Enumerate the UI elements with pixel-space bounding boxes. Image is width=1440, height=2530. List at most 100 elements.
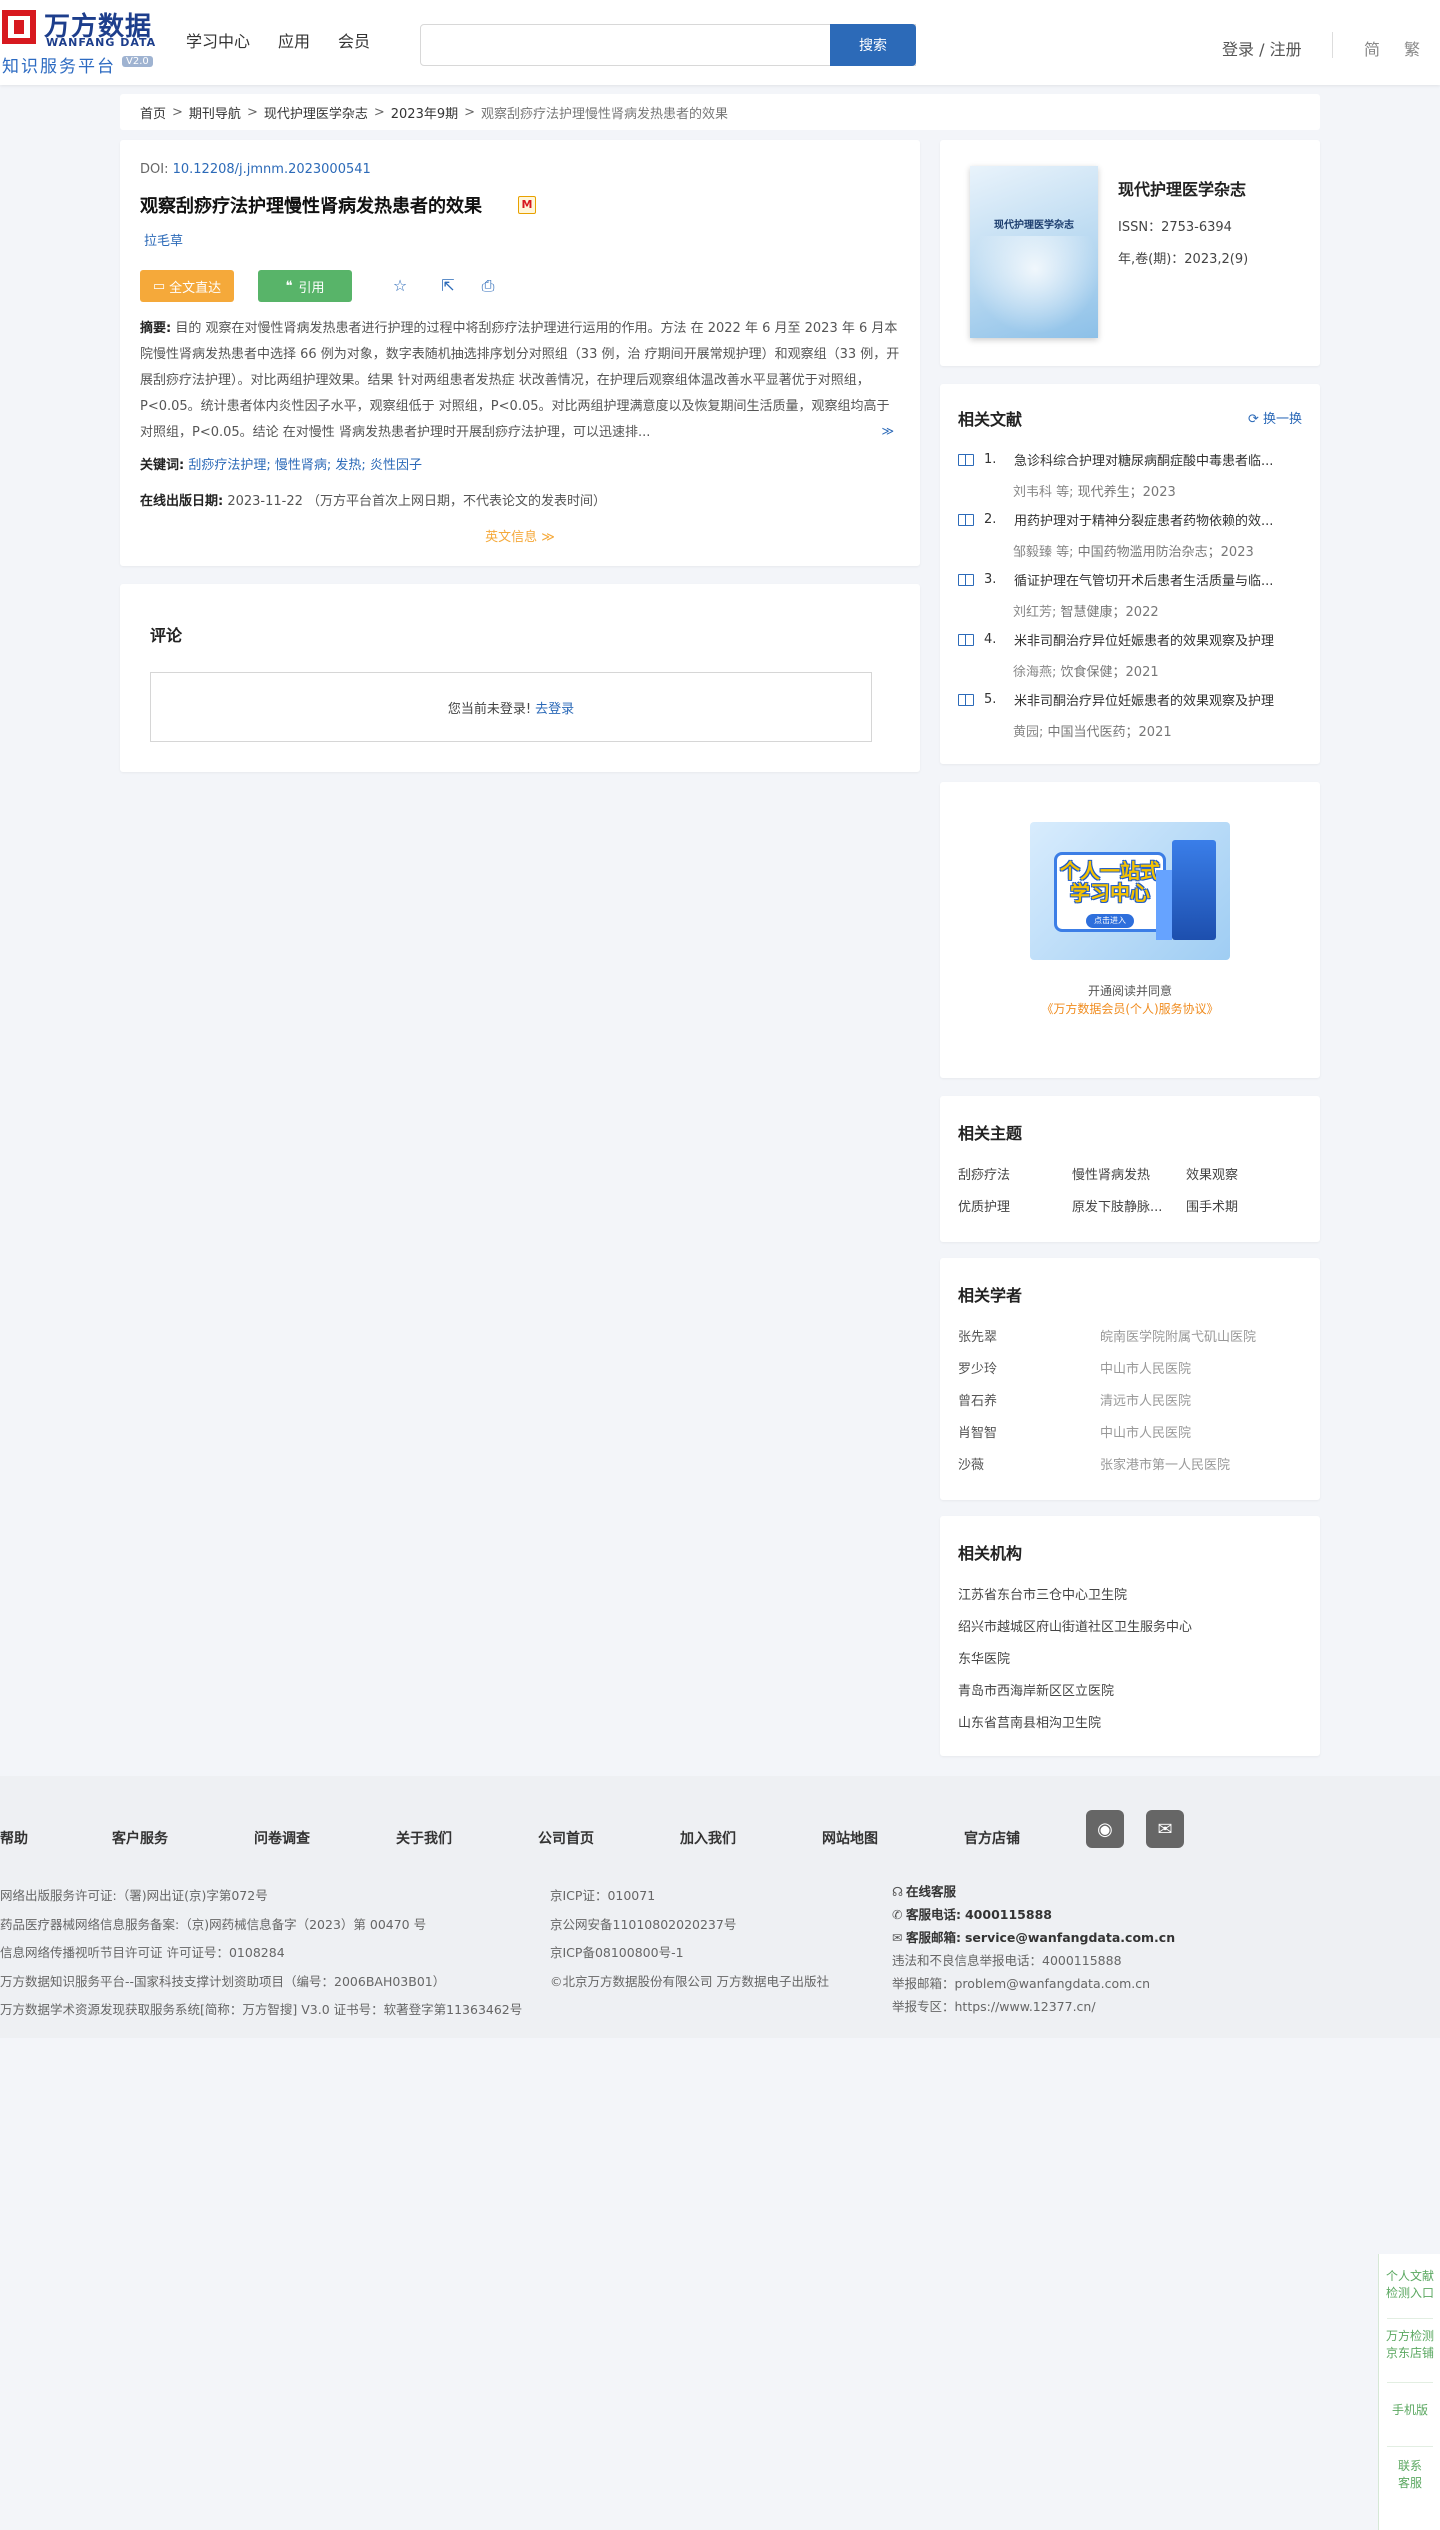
scholar-name[interactable]: 沙薇 — [958, 1454, 984, 1473]
topic-link[interactable]: 围手术期 — [1186, 1196, 1238, 1215]
topic-link[interactable]: 优质护理 — [958, 1196, 1010, 1215]
cite-button[interactable]: ❝ 引用 — [258, 270, 352, 302]
abstract-expand-icon[interactable]: ≫ — [879, 418, 894, 444]
breadcrumb-separator: > — [373, 104, 385, 120]
lang-simplified[interactable]: 简 — [1364, 36, 1380, 60]
english-info-toggle[interactable]: 英文信息 ≫ — [120, 526, 920, 545]
scholar-name[interactable]: 肖智智 — [958, 1422, 997, 1441]
topic-link[interactable]: 慢性肾病发热 — [1072, 1164, 1150, 1183]
footer-link-survey[interactable]: 问卷调查 — [254, 1828, 310, 1848]
abstract: 摘要: 目的 观察在对慢性肾病发热患者进行护理的过程中将刮痧疗法护理进行运用的作… — [140, 316, 900, 446]
footer-link-company[interactable]: 公司首页 — [538, 1828, 594, 1848]
related-doc-link[interactable]: 急诊科综合护理对糖尿病酮症酸中毒患者临... — [1014, 450, 1273, 469]
topic-link[interactable]: 刮痧疗法 — [958, 1164, 1010, 1183]
journal-name[interactable]: 现代护理医学杂志 — [1118, 176, 1246, 200]
print-icon[interactable]: ⎙ — [478, 276, 498, 296]
footer-link-service[interactable]: 客户服务 — [112, 1828, 168, 1848]
divider — [1387, 2382, 1433, 2383]
footer-text: 举报邮箱：problem@wanfangdata.com.cn — [892, 1976, 1151, 1991]
institution-link[interactable]: 江苏省东台市三仓中心卫生院 — [958, 1584, 1127, 1603]
breadcrumb-issue[interactable]: 2023年9期 — [391, 103, 458, 122]
related-docs-card: 相关文献 ⟳ 换一换 1. 急诊科综合护理对糖尿病酮症酸中毒患者临... 刘韦科 … — [940, 384, 1320, 764]
doi-link[interactable]: 10.12208/j.jmnm.2023000541 — [173, 162, 371, 177]
item-number: 4. — [984, 632, 997, 647]
topics-title: 相关主题 — [958, 1124, 1023, 1143]
related-doc-meta: 刘红芳; 智慧健康；2022 — [958, 601, 1304, 620]
swap-button[interactable]: ⟳ 换一换 — [1248, 408, 1302, 427]
wanfang-logo[interactable]: 万方数据 WANFANG DATA 知识服务平台 V2.0 — [0, 6, 160, 77]
breadcrumb-journal-nav[interactable]: 期刊导航 — [189, 103, 241, 122]
related-doc-link[interactable]: 循证护理在气管切开术后患者生活质量与临... — [1014, 570, 1273, 589]
keyword-link[interactable]: 慢性肾病; — [275, 458, 331, 473]
scholar-org[interactable]: 张家港市第一人民医院 — [1100, 1454, 1230, 1473]
topic-link[interactable]: 原发下肢静脉... — [1072, 1196, 1162, 1215]
nav-learning-center[interactable]: 学习中心 — [186, 28, 250, 52]
author-link[interactable]: 拉毛草 — [144, 230, 183, 249]
star-icon[interactable]: ☆ — [390, 276, 410, 296]
share-icon[interactable]: ⇱ — [438, 276, 458, 296]
topic-link[interactable]: 效果观察 — [1186, 1164, 1238, 1183]
go-login-link[interactable]: 去登录 — [535, 698, 574, 717]
breadcrumb-home[interactable]: 首页 — [140, 103, 166, 122]
list-item: 2. 用药护理对于精神分裂症患者药物依赖的效... 邹毅臻 等; 中国药物滥用防治… — [958, 510, 1304, 560]
book-icon — [958, 513, 974, 526]
keyword-link[interactable]: 刮痧疗法护理; — [188, 458, 270, 473]
footer-text[interactable]: 京ICP备08100800号-1 — [550, 1939, 829, 1968]
divider — [1387, 2318, 1433, 2319]
email-label: 客服邮箱: — [906, 1930, 961, 1945]
institution-link[interactable]: 东华医院 — [958, 1648, 1010, 1667]
float-jd-store[interactable]: 万方检测京东店铺 — [1379, 2328, 1440, 2362]
online-service[interactable]: ☊ 在线客服 — [892, 1880, 1175, 1903]
float-mobile[interactable]: 手机版 — [1379, 2402, 1440, 2419]
scholar-org[interactable]: 中山市人民医院 — [1100, 1358, 1191, 1377]
weibo-icon[interactable]: ◉ — [1086, 1810, 1124, 1848]
footer-link-about[interactable]: 关于我们 — [396, 1828, 452, 1848]
platform-name: 知识服务平台 — [2, 57, 116, 77]
related-docs-title: 相关文献 — [958, 410, 1023, 429]
article-card: DOI: 10.12208/j.jmnm.2023000541 观察刮痧疗法护理… — [120, 140, 920, 566]
banner-enter-button[interactable]: 点击进入 — [1086, 914, 1134, 928]
footer-link-help[interactable]: 帮助 — [0, 1828, 28, 1848]
footer-text[interactable]: 举报专区：https://www.12377.cn/ — [892, 1995, 1175, 2018]
full-text-label: 全文直达 — [169, 280, 222, 296]
keyword-link[interactable]: 炎性因子 — [370, 458, 422, 473]
footer-link-store[interactable]: 官方店铺 — [964, 1828, 1020, 1848]
search-button[interactable]: 搜索 — [830, 24, 916, 66]
related-doc-link[interactable]: 米非司酮治疗异位妊娠患者的效果观察及护理 — [1014, 690, 1274, 709]
institution-link[interactable]: 绍兴市越城区府山街道社区卫生服务中心 — [958, 1616, 1192, 1635]
learning-center-banner[interactable]: 个人一站式学习中心 点击进入 — [1030, 822, 1230, 960]
keyword-link[interactable]: 发热; — [335, 458, 365, 473]
float-contact[interactable]: 联系客服 — [1379, 2458, 1440, 2492]
book-icon — [958, 633, 974, 646]
scholar-name[interactable]: 罗少玲 — [958, 1358, 997, 1377]
breadcrumb-journal[interactable]: 现代护理医学杂志 — [264, 103, 368, 122]
institution-link[interactable]: 青岛市西海岸新区区立医院 — [958, 1680, 1114, 1699]
email-value[interactable]: service@wanfangdata.com.cn — [965, 1930, 1175, 1945]
full-text-button[interactable]: ▭ 全文直达 — [140, 270, 234, 302]
scholar-name[interactable]: 曾石养 — [958, 1390, 997, 1409]
login-register-link[interactable]: 登录 / 注册 — [1222, 36, 1302, 60]
institutions-title: 相关机构 — [958, 1544, 1023, 1563]
scholar-name[interactable]: 张先翠 — [958, 1326, 997, 1345]
breadcrumb: 首页 > 期刊导航 > 现代护理医学杂志 > 2023年9期 > 观察刮痧疗法护… — [120, 94, 1320, 130]
institution-link[interactable]: 山东省莒南县相沟卫生院 — [958, 1712, 1101, 1731]
journal-cover[interactable]: 现代护理医学杂志 — [970, 166, 1098, 338]
related-doc-link[interactable]: 米非司酮治疗异位妊娠患者的效果观察及护理 — [1014, 630, 1274, 649]
nav-membership[interactable]: 会员 — [338, 28, 370, 52]
scholar-org[interactable]: 皖南医学院附属弋矶山医院 — [1100, 1326, 1256, 1345]
nav-apps[interactable]: 应用 — [278, 28, 310, 52]
footer-link-sitemap[interactable]: 网站地图 — [822, 1828, 878, 1848]
footer: 帮助 客户服务 问卷调查 关于我们 公司首页 加入我们 网站地图 官方店铺 ◉ … — [0, 1776, 1440, 2038]
float-plagiarism-check[interactable]: 个人文献检测入口 — [1379, 2268, 1440, 2302]
footer-text[interactable]: 京ICP证：010071 — [550, 1882, 829, 1911]
lang-traditional[interactable]: 繁 — [1404, 36, 1420, 60]
scholar-org[interactable]: 清远市人民医院 — [1100, 1390, 1191, 1409]
list-item: 3. 循证护理在气管切开术后患者生活质量与临... 刘红芳; 智慧健康；2022 — [958, 570, 1304, 620]
wechat-icon[interactable]: ✉ — [1146, 1810, 1184, 1848]
footer-link-join[interactable]: 加入我们 — [680, 1828, 736, 1848]
related-doc-link[interactable]: 用药护理对于精神分裂症患者药物依赖的效... — [1014, 510, 1273, 529]
footer-text[interactable]: 京公网安备11010802020237号 — [550, 1911, 829, 1940]
service-agreement-link[interactable]: 《万方数据会员(个人)服务协议》 — [940, 1000, 1320, 1017]
scholar-org[interactable]: 中山市人民医院 — [1100, 1422, 1191, 1441]
related-doc-meta: 黄园; 中国当代医药；2021 — [958, 721, 1304, 740]
